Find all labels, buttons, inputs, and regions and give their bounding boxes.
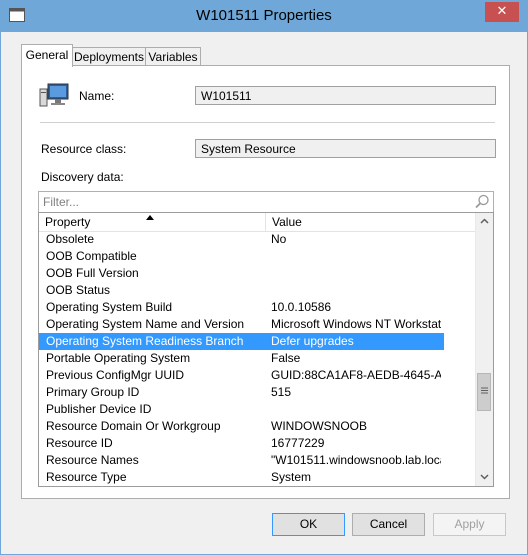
value-cell: Microsoft Windows NT Workstati... <box>271 317 441 331</box>
value-cell: 515 <box>271 385 292 399</box>
scroll-down-icon[interactable] <box>476 469 493 486</box>
cancel-button[interactable]: Cancel <box>352 513 425 536</box>
list-row[interactable]: Resource Type System <box>39 469 475 486</box>
filter-box[interactable] <box>38 191 494 213</box>
name-label: Name: <box>79 89 115 103</box>
list-row[interactable]: Primary Group ID 515 <box>39 384 475 401</box>
property-cell: Resource Type <box>46 470 127 484</box>
value-cell: No <box>271 232 287 246</box>
name-field[interactable]: W101511 <box>195 86 496 105</box>
property-cell: OOB Compatible <box>46 249 137 263</box>
list-row-selected[interactable]: Operating System Readiness Branch Defer u… <box>39 333 444 350</box>
list-row[interactable]: OOB Compatible <box>39 248 475 265</box>
list-row[interactable]: Operating System Name and Version Microso… <box>39 316 475 333</box>
value-cell: False <box>271 351 301 365</box>
title-bar[interactable]: W101511 Properties ✕ <box>1 1 527 32</box>
property-cell: Portable Operating System <box>46 351 191 365</box>
ok-button[interactable]: OK <box>272 513 345 536</box>
resource-class-label: Resource class: <box>41 142 127 156</box>
list-row[interactable]: Publisher Device ID <box>39 401 475 418</box>
column-header-property[interactable]: Property <box>39 213 265 231</box>
value-cell: Defer upgrades <box>271 334 354 348</box>
list-row[interactable]: Portable Operating System False <box>39 350 475 367</box>
column-header-value[interactable]: Value <box>266 213 475 231</box>
close-icon: ✕ <box>496 4 508 19</box>
property-cell: Resource Names <box>46 453 139 467</box>
divider <box>40 122 495 123</box>
list-row[interactable]: OOB Status <box>39 282 475 299</box>
properties-dialog: W101511 Properties ✕ General Deployments… <box>0 0 528 555</box>
list-row[interactable]: Obsolete No <box>39 231 475 248</box>
apply-button[interactable]: Apply <box>433 513 506 536</box>
window-title: W101511 Properties <box>196 7 332 24</box>
property-cell: Operating System Readiness Branch <box>46 334 244 348</box>
value-cell: "W101511.windowsnoob.lab.local" <box>271 453 441 467</box>
list-header: Property Value <box>39 213 475 232</box>
grip-icon <box>481 387 488 394</box>
value-cell: 16777229 <box>271 436 325 450</box>
property-cell: Obsolete <box>46 232 95 246</box>
property-cell: Publisher Device ID <box>46 402 152 416</box>
computer-icon <box>39 83 69 112</box>
scroll-up-icon[interactable] <box>476 213 493 230</box>
list-row[interactable]: Operating System Build 10.0.10586 <box>39 299 475 316</box>
list-row[interactable]: Resource Domain Or Workgroup WINDOWSNOOB <box>39 418 475 435</box>
filter-input[interactable] <box>43 194 463 210</box>
property-cell: Previous ConfigMgr UUID <box>46 368 185 382</box>
list-row[interactable]: Resource Names "W101511.windowsnoob.lab.l… <box>39 452 475 469</box>
property-cell: OOB Status <box>46 283 111 297</box>
tab-variables[interactable]: Variables <box>145 47 201 66</box>
vertical-scrollbar[interactable] <box>475 213 493 486</box>
value-cell: 10.0.10586 <box>271 300 332 314</box>
property-cell: Primary Group ID <box>46 385 140 399</box>
property-cell: Resource ID <box>46 436 113 450</box>
value-cell: WINDOWSNOOB <box>271 419 367 433</box>
value-cell: GUID:88CA1AF8-AEDB-4645-AB... <box>271 368 441 382</box>
sort-ascending-icon <box>146 213 154 225</box>
property-cell: Resource Domain Or Workgroup <box>46 419 221 433</box>
discovery-data-label: Discovery data: <box>41 170 124 184</box>
scrollbar-thumb[interactable] <box>477 373 491 411</box>
general-tab-panel: Name: W101511 Resource class: System Res… <box>21 65 510 499</box>
tab-general[interactable]: General <box>21 44 73 67</box>
property-cell: Operating System Name and Version <box>46 317 245 331</box>
resource-class-field[interactable]: System Resource <box>195 139 496 158</box>
list-rows: Obsolete No OOB Compatible OOB Full Versi… <box>39 231 475 486</box>
list-row[interactable]: Previous ConfigMgr UUID GUID:88CA1AF8-AED… <box>39 367 475 384</box>
property-cell: Operating System Build <box>46 300 173 314</box>
tab-deployments[interactable]: Deployments <box>71 47 147 66</box>
property-cell: OOB Full Version <box>46 266 139 280</box>
close-button[interactable]: ✕ <box>485 2 519 22</box>
list-row[interactable]: Resource ID 16777229 <box>39 435 475 452</box>
search-icon[interactable] <box>474 194 490 213</box>
discovery-data-list[interactable]: Property Value Obsolete No OOB Compatible… <box>38 212 494 487</box>
list-row[interactable]: OOB Full Version <box>39 265 475 282</box>
value-cell: System <box>271 470 312 484</box>
